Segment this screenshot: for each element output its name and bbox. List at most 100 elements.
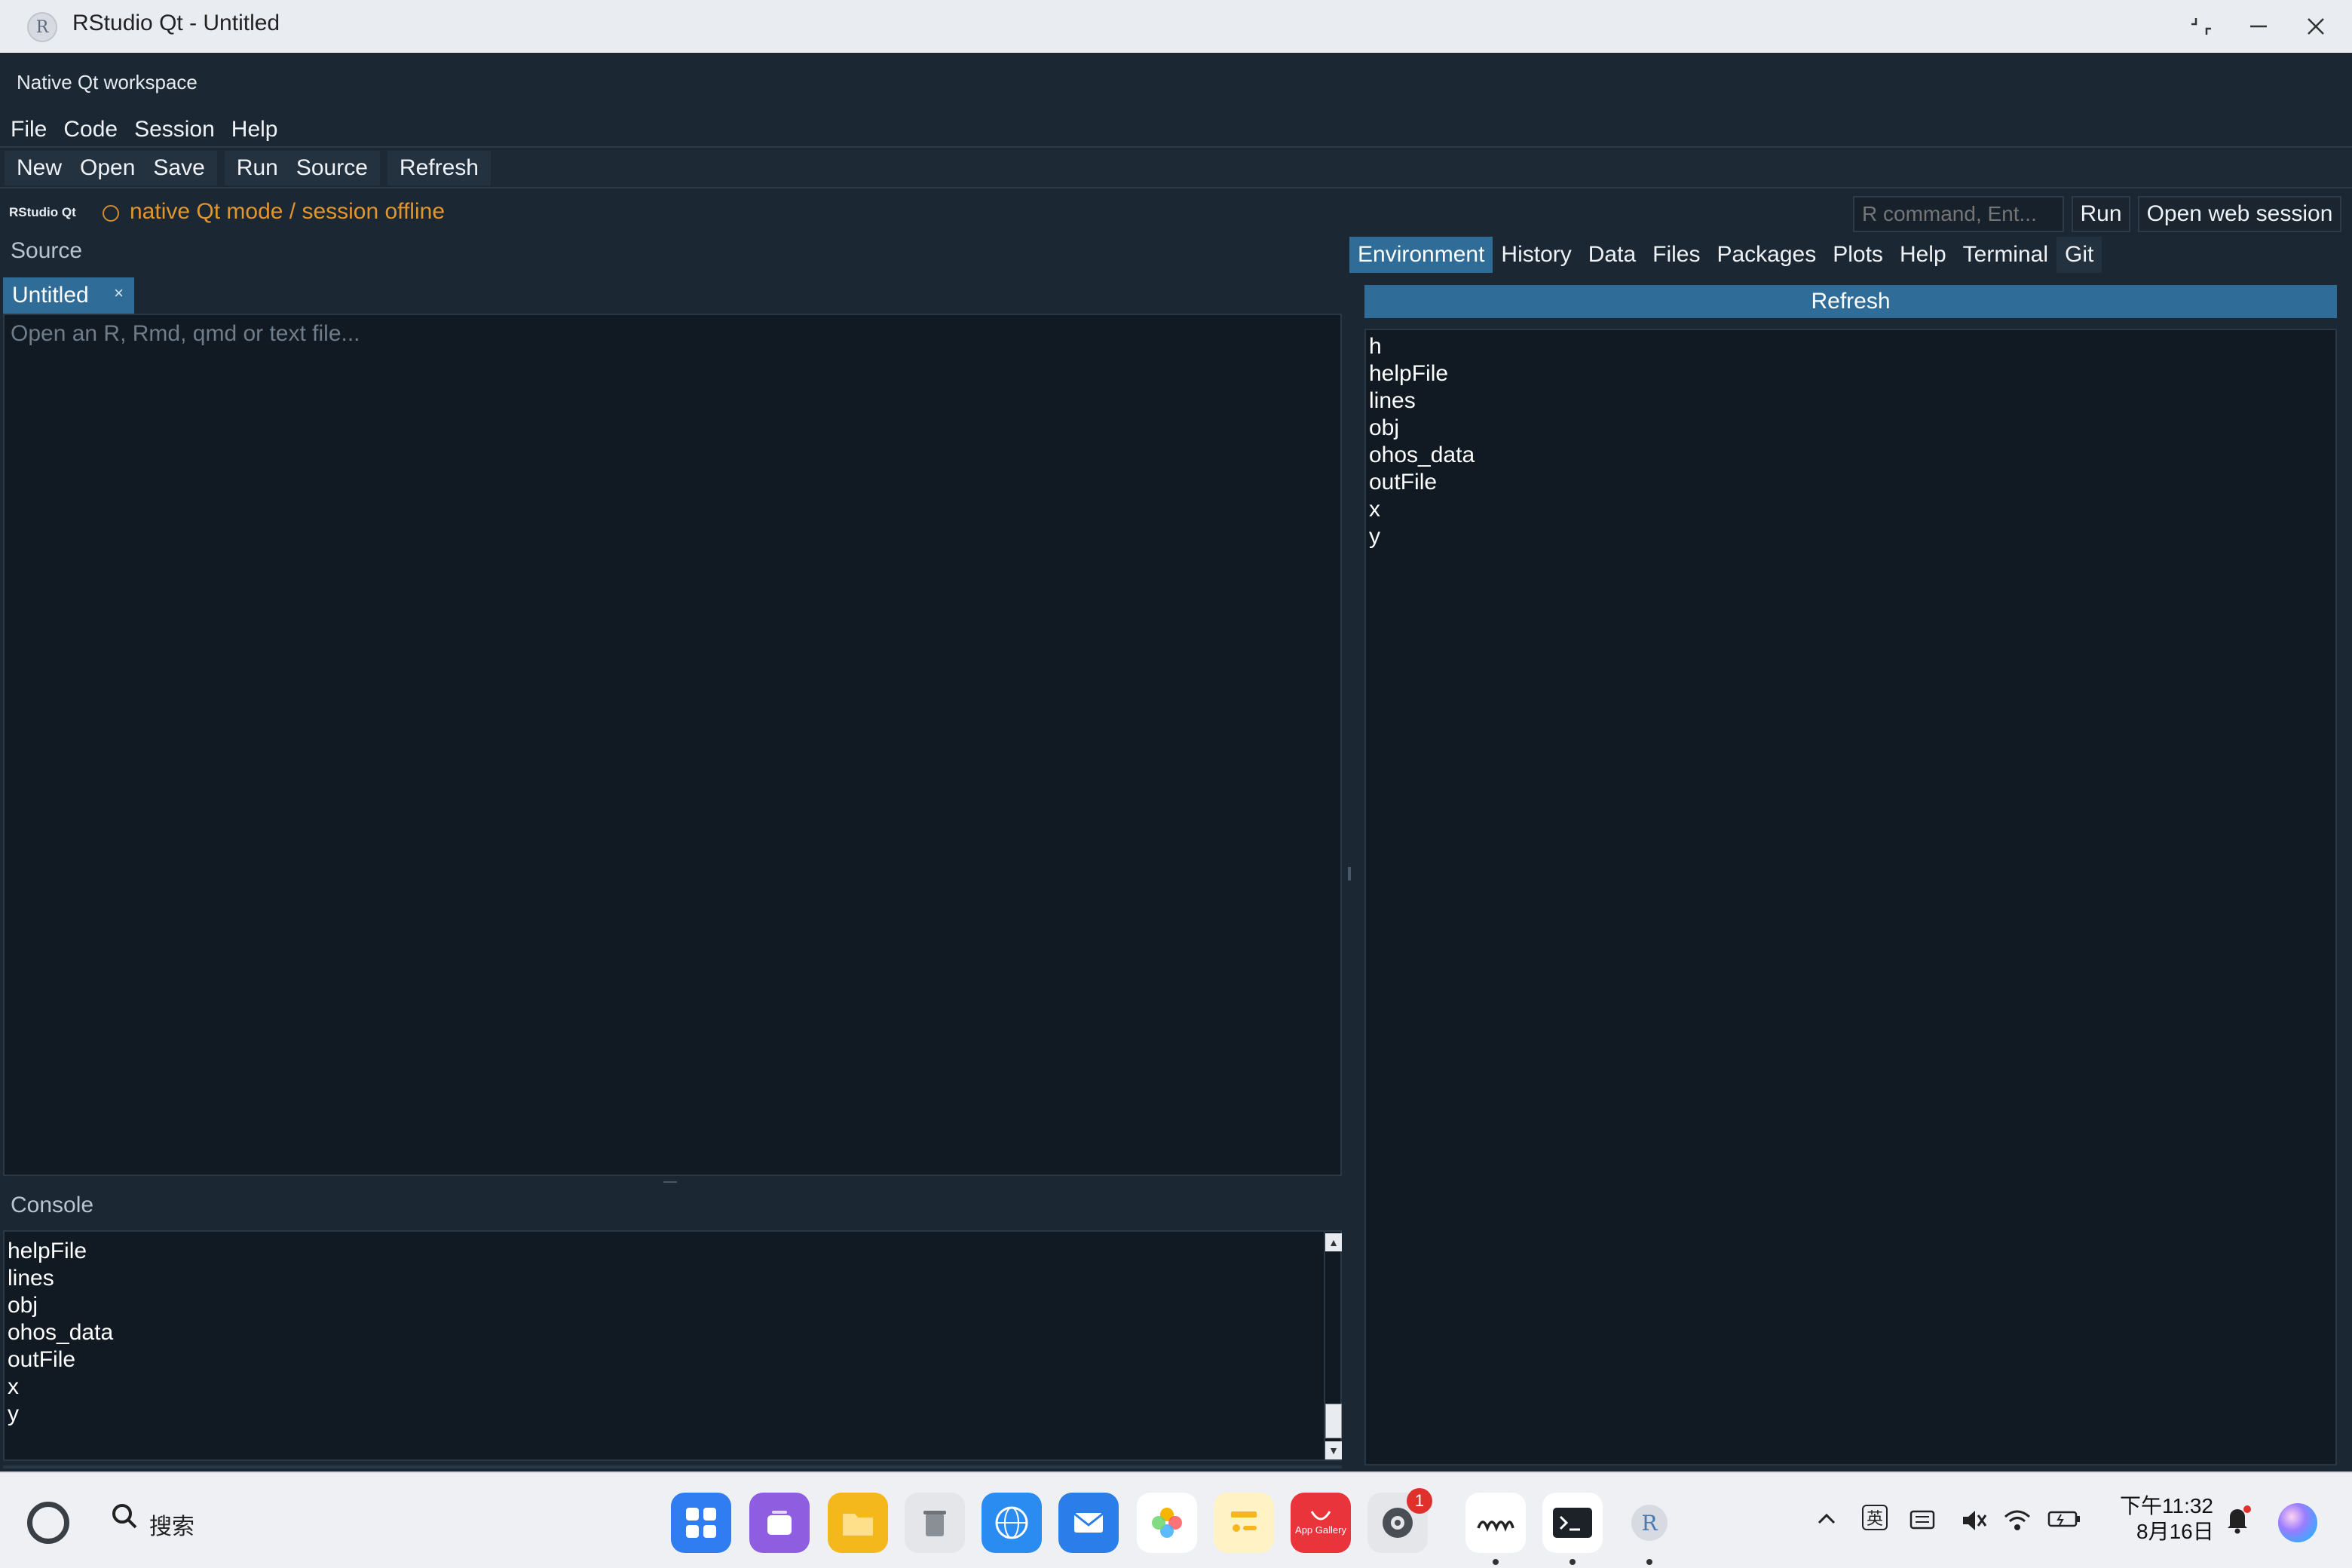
tab-untitled[interactable]: Untitled × <box>3 277 134 314</box>
menu-file[interactable]: File <box>11 117 47 142</box>
close-icon <box>2308 18 2324 35</box>
multi-window-icon[interactable] <box>749 1493 810 1553</box>
taskbar: 搜索 App Gallery 1 R 英 下午11:32 8月16日 <box>0 1472 2352 1568</box>
toolbar-file-group: New Open Save <box>5 151 217 185</box>
console-line: helpFile <box>8 1239 87 1263</box>
volume-muted-icon[interactable] <box>1960 1508 1989 1539</box>
list-item[interactable]: h <box>1369 333 1475 360</box>
menu-code[interactable]: Code <box>63 117 118 142</box>
tab-git[interactable]: Git <box>2056 237 2102 273</box>
svg-text:R: R <box>1641 1511 1658 1536</box>
editor-placeholder: Open an R, Rmd, qmd or text file... <box>11 321 360 346</box>
menu-session[interactable]: Session <box>134 117 215 142</box>
horizontal-splitter-handle[interactable] <box>663 1181 677 1183</box>
launcher-icon[interactable] <box>671 1493 731 1553</box>
list-item[interactable]: x <box>1369 496 1475 523</box>
right-pane-tabs: Environment History Data Files Packages … <box>1349 237 2102 273</box>
list-item[interactable]: ohos_data <box>1369 442 1475 469</box>
restore-icon <box>2191 18 2211 35</box>
battery-icon[interactable] <box>2047 1508 2081 1536</box>
close-tab-icon[interactable]: × <box>114 283 124 303</box>
toolbar-refresh-group: Refresh <box>387 151 491 185</box>
console-pane-title: Console <box>11 1193 94 1217</box>
running-indicator <box>1493 1559 1499 1565</box>
app-gallery-label: App Gallery <box>1295 1524 1346 1536</box>
photos-icon[interactable] <box>1137 1493 1197 1553</box>
minimize-window-button[interactable] <box>2236 8 2281 45</box>
console-input-strip[interactable] <box>3 1465 1342 1468</box>
environment-list[interactable]: h helpFile lines obj ohos_data outFile x… <box>1364 329 2337 1465</box>
tab-data[interactable]: Data <box>1580 237 1644 273</box>
wifi-icon[interactable] <box>2002 1508 2032 1539</box>
app-window: Native Qt workspace File Code Session He… <box>0 53 2352 1472</box>
notification-bell-icon[interactable] <box>2222 1503 2252 1541</box>
close-window-button[interactable] <box>2293 8 2338 45</box>
open-web-session-button[interactable]: Open web session <box>2138 196 2341 232</box>
status-indicator-icon <box>103 205 119 222</box>
notes-icon[interactable] <box>1214 1493 1274 1553</box>
app-gallery-icon[interactable]: App Gallery <box>1291 1493 1351 1553</box>
tab-terminal[interactable]: Terminal <box>1955 237 2056 273</box>
tab-help[interactable]: Help <box>1891 237 1955 273</box>
settings-badge: 1 <box>1407 1488 1432 1514</box>
tab-files[interactable]: Files <box>1644 237 1708 273</box>
console-line: lines <box>8 1266 54 1291</box>
assistant-orb-icon[interactable] <box>2277 1502 2319 1550</box>
file-manager-icon[interactable] <box>828 1493 888 1553</box>
console-lines: helpFile lines obj ohos_data outFile x y <box>8 1238 113 1428</box>
workspace-label: Native Qt workspace <box>17 71 198 93</box>
console-line: outFile <box>8 1347 76 1372</box>
running-indicator <box>1570 1559 1576 1565</box>
browser-icon[interactable] <box>982 1493 1042 1553</box>
menu-bar: File Code Session Help <box>0 113 2352 148</box>
list-item[interactable]: obj <box>1369 415 1475 442</box>
r-command-input[interactable] <box>1853 196 2064 232</box>
ime-indicator[interactable]: 英 <box>1862 1505 1888 1530</box>
console-line: x <box>8 1374 19 1399</box>
scroll-up-icon[interactable]: ▲ <box>1325 1233 1342 1251</box>
open-button[interactable]: Open <box>71 155 144 181</box>
tab-packages[interactable]: Packages <box>1708 237 1824 273</box>
search-label[interactable]: 搜索 <box>149 1508 194 1541</box>
tab-history[interactable]: History <box>1493 237 1579 273</box>
scroll-down-icon[interactable]: ▼ <box>1325 1441 1342 1459</box>
terminal-icon[interactable] <box>1542 1493 1603 1553</box>
source-editor[interactable]: Open an R, Rmd, qmd or text file... <box>3 314 1342 1176</box>
vertical-splitter-handle[interactable] <box>1348 867 1351 880</box>
clock-date[interactable]: 8月16日 <box>2136 1515 2214 1545</box>
rstudio-icon[interactable]: R <box>1619 1493 1680 1553</box>
trash-icon[interactable] <box>905 1493 965 1553</box>
run-command-button[interactable]: Run <box>2072 196 2130 232</box>
list-item[interactable]: lines <box>1369 387 1475 415</box>
source-button[interactable]: Source <box>287 155 377 181</box>
list-item[interactable]: y <box>1369 523 1475 550</box>
search-icon[interactable] <box>110 1502 140 1539</box>
keyboard-icon[interactable] <box>1909 1508 1936 1538</box>
source-pane-title: Source <box>11 238 83 263</box>
window-title: RStudio Qt - Untitled <box>72 11 280 35</box>
chevron-up-icon[interactable] <box>1815 1508 1838 1536</box>
status-row: RStudio Qt native Qt mode / session offl… <box>0 190 2352 235</box>
toolbar: New Open Save Run Source Refresh <box>0 149 2352 188</box>
start-button-icon[interactable] <box>27 1502 69 1544</box>
run-button[interactable]: Run <box>228 155 287 181</box>
list-item[interactable]: helpFile <box>1369 360 1475 387</box>
save-button[interactable]: Save <box>144 155 213 181</box>
minimize-icon <box>2250 25 2267 28</box>
console-scrollbar[interactable]: ▲ ▼ <box>1324 1230 1342 1461</box>
list-item[interactable]: outFile <box>1369 469 1475 496</box>
mail-icon[interactable] <box>1058 1493 1119 1553</box>
console-line: y <box>8 1401 19 1426</box>
tab-label: Untitled <box>12 283 89 308</box>
refresh-button[interactable]: Refresh <box>390 155 488 181</box>
environment-refresh-button[interactable]: Refresh <box>1364 285 2337 318</box>
tab-plots[interactable]: Plots <box>1824 237 1891 273</box>
console-output[interactable]: helpFile lines obj ohos_data outFile x y <box>3 1230 1327 1461</box>
scrollbar-thumb[interactable] <box>1325 1404 1342 1438</box>
new-button[interactable]: New <box>8 155 71 181</box>
mem-monitor-icon[interactable] <box>1465 1493 1526 1553</box>
tab-environment[interactable]: Environment <box>1349 237 1493 273</box>
rstudio-app-icon: R <box>27 12 57 42</box>
restore-window-button[interactable] <box>2179 8 2224 45</box>
menu-help[interactable]: Help <box>231 117 278 142</box>
